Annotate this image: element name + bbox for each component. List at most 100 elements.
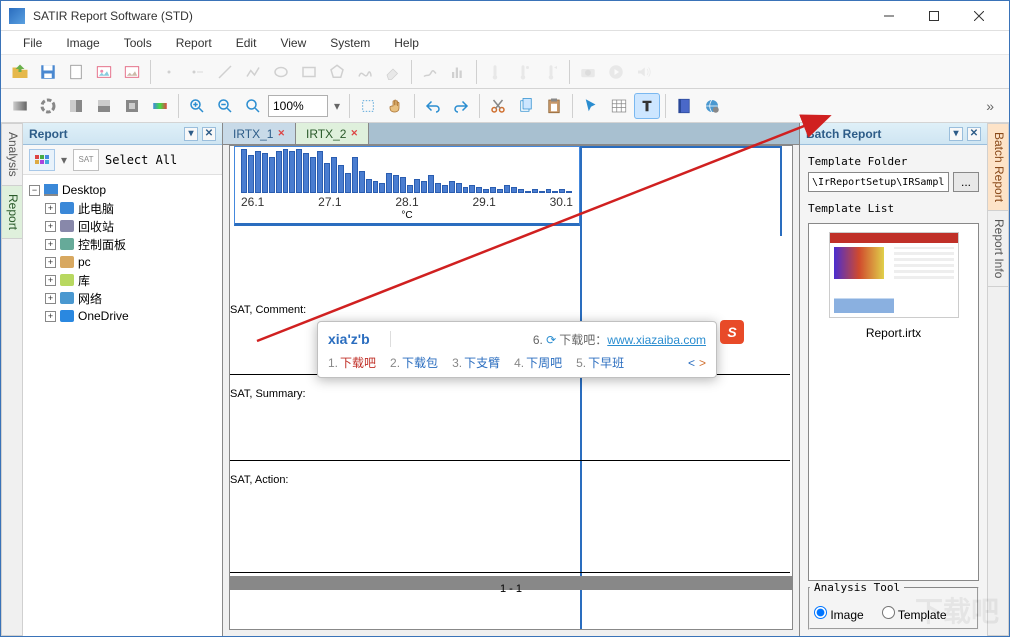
play-icon[interactable]: [603, 59, 629, 85]
zoom-input[interactable]: [268, 95, 328, 117]
ime-candidate[interactable]: 1.下载吧: [328, 354, 376, 371]
folder-tree[interactable]: − Desktop +此电脑+回收站+控制面板+pc+库+网络+OneDrive: [23, 175, 222, 636]
zoom-out-icon[interactable]: [212, 93, 238, 119]
menu-system[interactable]: System: [320, 34, 380, 52]
gear-globe-icon[interactable]: [699, 93, 725, 119]
divider: [580, 146, 582, 629]
template-list[interactable]: Report.irtx: [808, 223, 979, 581]
ime-candidate[interactable]: 2.下载包: [390, 354, 438, 371]
tab-close-icon[interactable]: ✕: [277, 128, 285, 139]
zoom-dropdown-icon[interactable]: ▾: [330, 99, 344, 113]
summary-label: SAT, Summary:: [230, 388, 306, 400]
undo-icon[interactable]: [420, 93, 446, 119]
tab-irtx1[interactable]: IRTX_1✕: [223, 123, 296, 144]
panel-close-icon[interactable]: ✕: [967, 127, 981, 141]
panel-close-icon[interactable]: ✕: [202, 127, 216, 141]
notebook-icon[interactable]: [671, 93, 697, 119]
rect-tool-icon[interactable]: [296, 59, 322, 85]
side-tab-batch[interactable]: Batch Report: [988, 124, 1008, 211]
text-tool-icon[interactable]: [634, 93, 660, 119]
page-number: 1 - 1: [500, 583, 522, 595]
side-tab-report[interactable]: Report: [2, 186, 22, 239]
template-item[interactable]: Report.irtx: [813, 232, 974, 340]
menu-view[interactable]: View: [270, 34, 316, 52]
ime-candidate[interactable]: 5.下早班: [576, 354, 624, 371]
menu-edit[interactable]: Edit: [226, 34, 267, 52]
ime-hint-link[interactable]: www.xiazaiba.com: [607, 333, 706, 347]
ime-candidate[interactable]: 3.下支臂: [452, 354, 500, 371]
zoom-in-icon[interactable]: [184, 93, 210, 119]
tab-irtx2[interactable]: IRTX_2✕: [296, 123, 369, 144]
histogram-chart: 26.127.128.129.130.1 °C: [234, 146, 580, 226]
toolbar-overflow-icon[interactable]: »: [986, 98, 1003, 114]
tree-item[interactable]: +库: [29, 271, 216, 289]
spot-tool-icon[interactable]: [184, 59, 210, 85]
thermo2-icon[interactable]: [510, 59, 536, 85]
ellipse-tool-icon[interactable]: [268, 59, 294, 85]
profile-icon[interactable]: [417, 59, 443, 85]
table-icon[interactable]: [606, 93, 632, 119]
thermo3-icon[interactable]: [538, 59, 564, 85]
close-button[interactable]: [956, 2, 1001, 30]
zoom-fit-icon[interactable]: [240, 93, 266, 119]
palette6-icon[interactable]: [147, 93, 173, 119]
view-mode-dropdown-icon[interactable]: ▾: [61, 153, 67, 167]
side-tab-report-info[interactable]: Report Info: [988, 211, 1008, 287]
image2-button[interactable]: [119, 59, 145, 85]
sound-icon[interactable]: [631, 59, 657, 85]
palette4-icon[interactable]: [91, 93, 117, 119]
tree-item[interactable]: +OneDrive: [29, 307, 216, 325]
sat-filter-button[interactable]: SAT: [73, 149, 99, 171]
template-name: Report.irtx: [866, 326, 921, 340]
image1-button[interactable]: [91, 59, 117, 85]
menu-file[interactable]: File: [13, 34, 52, 52]
tree-item[interactable]: +此电脑: [29, 199, 216, 217]
ime-candidate[interactable]: 4.下周吧: [514, 354, 562, 371]
redo-icon[interactable]: [448, 93, 474, 119]
tree-root[interactable]: − Desktop: [29, 181, 216, 199]
menu-image[interactable]: Image: [56, 34, 109, 52]
thermo1-icon[interactable]: [482, 59, 508, 85]
freehand-tool-icon[interactable]: [352, 59, 378, 85]
panel-menu-icon[interactable]: ▾: [949, 127, 963, 141]
palette3-icon[interactable]: [63, 93, 89, 119]
save-button[interactable]: [35, 59, 61, 85]
tab-close-icon[interactable]: ✕: [350, 128, 358, 139]
menu-tools[interactable]: Tools: [114, 34, 162, 52]
new-doc-button[interactable]: [63, 59, 89, 85]
maximize-button[interactable]: [911, 2, 956, 30]
cut-icon[interactable]: [485, 93, 511, 119]
palette1-icon[interactable]: [7, 93, 33, 119]
paste-icon[interactable]: [541, 93, 567, 119]
minimize-button[interactable]: [866, 2, 911, 30]
copy-icon[interactable]: [513, 93, 539, 119]
camera-icon[interactable]: [575, 59, 601, 85]
tree-item[interactable]: +控制面板: [29, 235, 216, 253]
open-button[interactable]: [7, 59, 33, 85]
hand-tool-icon[interactable]: [383, 93, 409, 119]
toolbar-secondary: ▾ »: [1, 89, 1009, 123]
template-folder-input[interactable]: [808, 172, 949, 192]
line-tool-icon[interactable]: [212, 59, 238, 85]
browse-button[interactable]: ...: [953, 172, 979, 192]
pointer-icon[interactable]: [578, 93, 604, 119]
palette2-icon[interactable]: [35, 93, 61, 119]
menu-help[interactable]: Help: [384, 34, 429, 52]
polyline-tool-icon[interactable]: [240, 59, 266, 85]
menu-report[interactable]: Report: [166, 34, 222, 52]
radio-image[interactable]: Image: [814, 606, 864, 622]
polygon-tool-icon[interactable]: [324, 59, 350, 85]
side-tab-analysis[interactable]: Analysis: [2, 124, 22, 186]
select-tool-icon[interactable]: [355, 93, 381, 119]
view-mode-button[interactable]: [29, 149, 55, 171]
tree-item[interactable]: +回收站: [29, 217, 216, 235]
tree-item[interactable]: +网络: [29, 289, 216, 307]
radio-template[interactable]: Template: [882, 606, 947, 622]
tree-item[interactable]: +pc: [29, 253, 216, 271]
eraser-icon[interactable]: [380, 59, 406, 85]
palette5-icon[interactable]: [119, 93, 145, 119]
histogram-icon[interactable]: [445, 59, 471, 85]
panel-menu-icon[interactable]: ▾: [184, 127, 198, 141]
select-all-label[interactable]: Select All: [105, 153, 177, 167]
point-tool-icon[interactable]: [156, 59, 182, 85]
